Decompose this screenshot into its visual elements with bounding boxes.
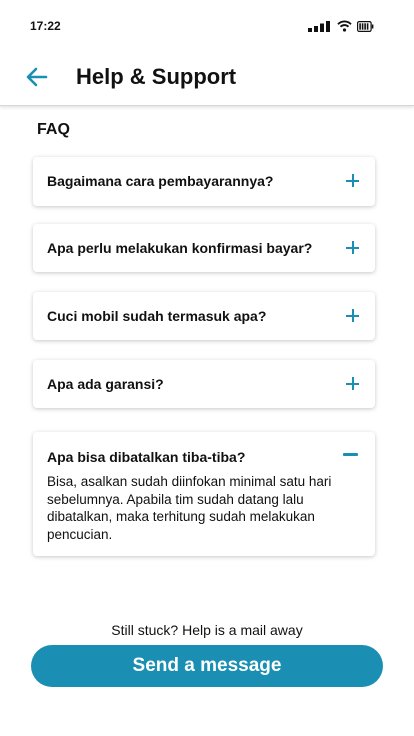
faq-question: Bagaimana cara pembayarannya? bbox=[47, 173, 274, 189]
battery-icon bbox=[357, 20, 374, 32]
faq-item[interactable]: Cuci mobil sudah termasuk apa? bbox=[33, 292, 375, 340]
signal-icon bbox=[308, 20, 330, 32]
faq-question: Cuci mobil sudah termasuk apa? bbox=[47, 308, 267, 324]
faq-item-expanded[interactable]: Apa bisa dibatalkan tiba-tiba? Bisa, asa… bbox=[33, 432, 375, 556]
plus-icon[interactable] bbox=[346, 174, 359, 187]
status-bar: 17:22 bbox=[0, 0, 414, 48]
plus-icon[interactable] bbox=[346, 241, 359, 254]
faq-item[interactable]: Bagaimana cara pembayarannya? bbox=[33, 157, 375, 206]
status-icons bbox=[308, 20, 374, 32]
arrow-left-icon bbox=[26, 67, 48, 87]
faq-question: Apa perlu melakukan konfirmasi bayar? bbox=[47, 240, 313, 256]
faq-question: Apa bisa dibatalkan tiba-tiba? bbox=[47, 449, 246, 465]
back-button[interactable] bbox=[24, 65, 50, 89]
minus-icon[interactable] bbox=[343, 453, 358, 456]
status-time: 17:22 bbox=[30, 19, 61, 33]
app-header: Help & Support bbox=[0, 48, 414, 106]
faq-item[interactable]: Apa perlu melakukan konfirmasi bayar? bbox=[33, 224, 375, 272]
faq-item[interactable]: Apa ada garansi? bbox=[33, 360, 375, 408]
wifi-icon bbox=[337, 20, 352, 32]
plus-icon[interactable] bbox=[346, 309, 359, 322]
faq-question: Apa ada garansi? bbox=[47, 376, 164, 392]
plus-icon[interactable] bbox=[346, 377, 359, 390]
faq-answer: Bisa, asalkan sudah diinfokan minimal sa… bbox=[47, 474, 332, 542]
page-title: Help & Support bbox=[76, 64, 237, 89]
help-text: Still stuck? Help is a mail away bbox=[111, 622, 303, 638]
send-message-button[interactable]: Send a message bbox=[31, 645, 383, 687]
faq-heading: FAQ bbox=[37, 121, 70, 138]
